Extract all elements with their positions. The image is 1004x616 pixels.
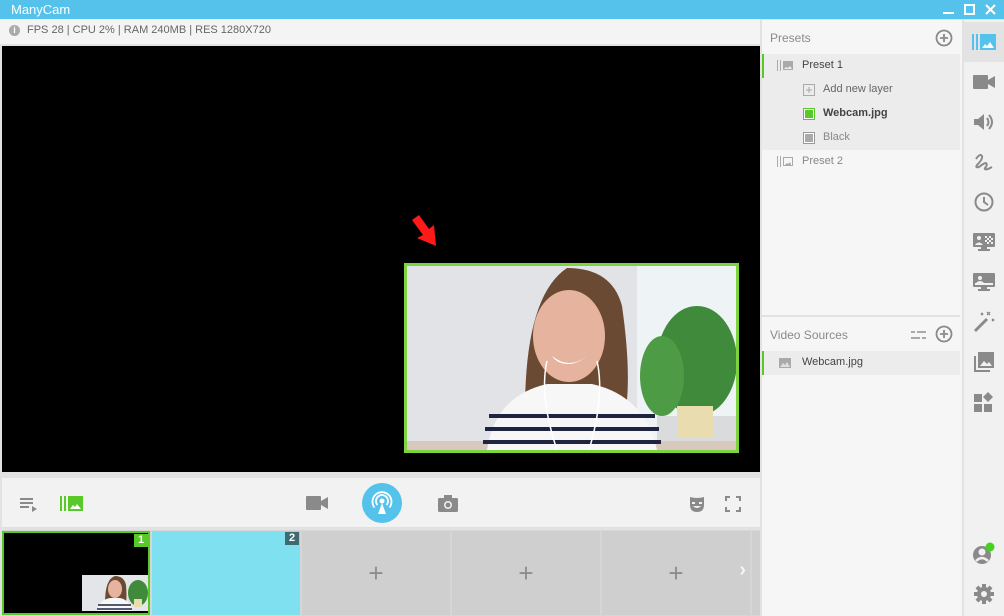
sidebar-images[interactable]: [964, 342, 1004, 382]
layer-item-black[interactable]: Black: [762, 126, 960, 150]
presets-header: Presets: [762, 20, 962, 54]
layer-name: Black: [823, 131, 850, 143]
video-camera-icon: [306, 496, 328, 510]
effects-wand-icon: [973, 311, 995, 333]
thumbnail-slot-3-empty[interactable]: +: [302, 531, 450, 615]
preset-thumbnails: 1 2 + + + ›: [2, 530, 760, 616]
close-icon: [984, 4, 996, 15]
performance-stats: FPS 28 | CPU 2% | RAM 240MB | RES 1280X7…: [27, 24, 271, 36]
sidebar-video-sources[interactable]: [964, 62, 1004, 102]
sidebar-presets[interactable]: [964, 22, 1004, 62]
playlist-button[interactable]: [18, 493, 40, 515]
presets-title: Presets: [770, 31, 811, 45]
thumbnail-slot-5-empty[interactable]: + ›: [602, 531, 750, 615]
presets-icon: [59, 495, 83, 511]
layer-inactive-icon: [803, 132, 815, 144]
layer-name: Webcam.jpg: [823, 107, 888, 119]
lower-thirds-icon: [973, 273, 995, 291]
widgets-icon: [974, 392, 993, 412]
sidebar-audio[interactable]: [964, 102, 1004, 142]
thumbnail-slot-1[interactable]: 1: [2, 531, 150, 615]
layer-active-icon: [803, 108, 815, 120]
preset-icon: [777, 60, 793, 71]
title-bar: ManyCam: [0, 0, 1004, 19]
slot-number-badge: 2: [285, 532, 299, 545]
sidebar-settings[interactable]: [964, 574, 1004, 614]
app-title: ManyCam: [11, 2, 71, 17]
video-sources-header: Video Sources: [762, 317, 962, 351]
control-bar: [2, 478, 760, 528]
sidebar-time[interactable]: [964, 182, 1004, 222]
close-button[interactable]: [979, 0, 1001, 19]
sidebar-chroma-key[interactable]: [964, 222, 1004, 262]
sidebar-drawing[interactable]: [964, 142, 1004, 182]
preset-name: Preset 1: [802, 59, 843, 71]
add-layer-item[interactable]: Add new layer: [762, 78, 960, 102]
add-layer-icon: [803, 84, 815, 96]
preset-item-2[interactable]: Preset 2: [762, 150, 960, 174]
red-arrow-annotation: [412, 215, 436, 246]
drawing-icon: [975, 154, 993, 171]
video-sources-list: Webcam.jpg: [762, 351, 960, 375]
image-gallery-icon: [974, 352, 994, 372]
fullscreen-button[interactable]: [722, 493, 744, 515]
broadcast-button[interactable]: [362, 483, 402, 523]
presets-icon: [972, 34, 996, 50]
layer-item-webcam[interactable]: Webcam.jpg: [762, 102, 960, 126]
presets-view-button[interactable]: [58, 493, 84, 513]
add-video-source-button[interactable]: [935, 325, 953, 343]
preset-icon: [777, 156, 793, 167]
source-name: Webcam.jpg: [802, 356, 863, 368]
webcam-layer-overlay[interactable]: [404, 263, 739, 453]
minimize-icon: [942, 12, 954, 14]
video-source-item[interactable]: Webcam.jpg: [762, 351, 960, 375]
video-sources-title: Video Sources: [770, 328, 848, 342]
add-preset-icon: +: [518, 557, 534, 588]
thumbnail-preview-image: [82, 575, 148, 611]
playlist-icon: [20, 498, 37, 512]
preset-name: Preset 2: [802, 155, 843, 167]
preset-1-group: Preset 1 Add new layer Webcam.jpg Black: [762, 54, 960, 150]
mask-icon: [690, 496, 704, 512]
video-camera-icon: [973, 75, 995, 89]
sidebar-widgets[interactable]: [964, 382, 1004, 422]
sidebar-lower-thirds[interactable]: [964, 262, 1004, 302]
presets-panel: Presets Preset 1 Add new layer Webcam.jp…: [762, 20, 962, 616]
camera-icon: [438, 494, 458, 512]
layer-name: Add new layer: [823, 83, 893, 95]
broadcast-icon: [371, 491, 393, 514]
slot-number-badge: 1: [134, 534, 148, 547]
tools-sidebar: [964, 20, 1004, 616]
volume-icon: [974, 114, 993, 130]
sidebar-account[interactable]: [964, 534, 1004, 574]
chroma-key-icon: [973, 233, 995, 251]
maximize-icon: [963, 4, 975, 15]
thumbnail-slot-4-empty[interactable]: +: [452, 531, 600, 615]
account-icon: [973, 542, 995, 564]
snapshot-button[interactable]: [436, 492, 460, 514]
fullscreen-icon: [725, 496, 741, 512]
video-source-button[interactable]: [304, 492, 330, 514]
thumbnails-scroll-edge: [752, 531, 760, 615]
settings-gear-icon: [974, 584, 994, 604]
add-preset-button[interactable]: [935, 29, 953, 47]
masks-button[interactable]: [686, 493, 708, 515]
status-bar: i FPS 28 | CPU 2% | RAM 240MB | RES 1280…: [0, 19, 760, 44]
scroll-right-chevron-icon[interactable]: ›: [739, 559, 746, 582]
webcam-image: [407, 266, 736, 450]
preset-item-1[interactable]: Preset 1: [762, 54, 960, 78]
source-settings-icon[interactable]: [911, 330, 926, 340]
maximize-button[interactable]: [958, 0, 980, 19]
add-preset-icon: +: [668, 557, 684, 588]
presets-tree: Preset 1 Add new layer Webcam.jpg Black …: [762, 54, 960, 174]
add-preset-icon: +: [368, 557, 384, 588]
info-icon[interactable]: i: [9, 25, 20, 36]
minimize-button[interactable]: [937, 0, 959, 19]
clock-icon: [974, 192, 994, 212]
thumbnail-slot-2[interactable]: 2: [152, 531, 300, 615]
image-source-icon: [779, 358, 791, 368]
main-preview[interactable]: [2, 46, 760, 472]
sidebar-effects[interactable]: [964, 302, 1004, 342]
